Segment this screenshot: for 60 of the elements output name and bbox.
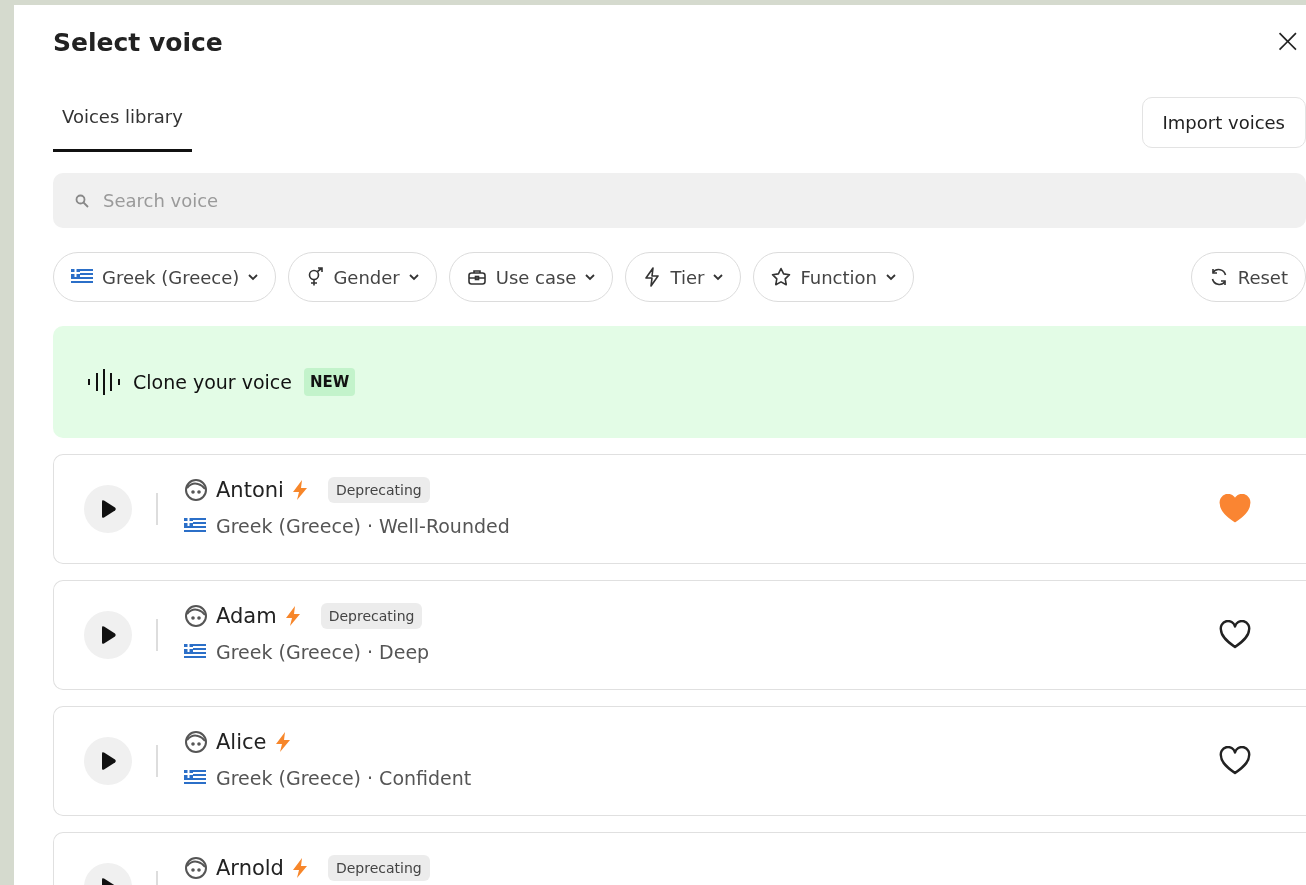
deprecating-tag: Deprecating	[320, 603, 423, 629]
avatar-icon	[184, 856, 208, 880]
filter-dropdown[interactable]: Tier	[625, 252, 742, 302]
play-icon	[99, 499, 117, 519]
avatar-icon	[184, 604, 208, 628]
play-button[interactable]	[84, 611, 132, 659]
voice-card[interactable]: Antoni Deprecating Greek (Greece) · Well-Rounded	[53, 454, 1306, 564]
play-button[interactable]	[84, 737, 132, 785]
deprecating-tag: Deprecating	[327, 855, 430, 881]
flag-icon	[184, 644, 206, 660]
filter-dropdown[interactable]: Gender	[288, 252, 437, 302]
play-icon	[99, 625, 117, 645]
lightning-icon	[274, 732, 291, 752]
chevron-down-icon	[408, 273, 419, 281]
search-icon	[75, 193, 89, 208]
filter-dropdown[interactable]: Use case	[448, 252, 614, 302]
import-voices-button[interactable]: Import voices	[1141, 97, 1306, 148]
clone-voice-banner[interactable]: Clone your voice NEW	[53, 326, 1306, 438]
play-icon	[99, 751, 117, 771]
gender-icon	[306, 267, 325, 287]
voice-name: Arnold	[216, 856, 284, 880]
play-button[interactable]	[84, 485, 132, 533]
flag-icon	[184, 770, 206, 786]
briefcase-icon	[466, 268, 487, 286]
search-input[interactable]: Search voice	[101, 189, 1284, 212]
lightning-icon	[291, 858, 308, 878]
search-field[interactable]: Search voice	[53, 173, 1306, 228]
lightning-icon	[284, 606, 301, 626]
voice-details: Greek (Greece) · Confident	[216, 767, 472, 789]
voice-card[interactable]: Adam Deprecating Greek (Greece) · Deep	[53, 580, 1306, 690]
chevron-down-icon	[885, 273, 896, 281]
deprecating-tag: Deprecating	[327, 477, 430, 503]
voice-name: Adam	[216, 604, 277, 628]
flag-icon	[184, 518, 206, 534]
voice-details: Greek (Greece) · Deep	[216, 641, 430, 663]
new-badge: NEW	[304, 368, 356, 396]
dialog-title: Select voice	[53, 27, 223, 57]
close-button[interactable]: ×	[1269, 23, 1306, 61]
reset-button[interactable]: Reset	[1190, 252, 1306, 302]
heart-icon[interactable]	[1218, 746, 1252, 776]
heart-icon[interactable]	[1218, 620, 1252, 650]
chevron-down-icon	[585, 273, 596, 281]
voices-library-tab[interactable]: Voices library	[53, 97, 192, 152]
lightning-icon	[291, 480, 308, 500]
voice-name: Antoni	[216, 478, 284, 502]
voice-card[interactable]: Arnold Deprecating	[53, 832, 1306, 885]
chevron-down-icon	[713, 273, 724, 281]
filter-dropdown[interactable]: Greek (Greece)	[53, 252, 277, 302]
waveform-icon	[87, 367, 121, 397]
star-icon	[771, 267, 792, 287]
lightning-icon	[643, 267, 662, 287]
clone-voice-label: Clone your voice	[133, 371, 292, 393]
chevron-down-icon	[248, 273, 259, 281]
voice-details: Greek (Greece) · Well-Rounded	[216, 515, 510, 537]
flag-icon	[71, 269, 93, 285]
voice-name: Alice	[216, 730, 267, 754]
avatar-icon	[184, 730, 208, 754]
avatar-icon	[184, 478, 208, 502]
filter-dropdown[interactable]: Function	[753, 252, 914, 302]
voice-card[interactable]: Alice Greek (Greece) · Confident	[53, 706, 1306, 816]
